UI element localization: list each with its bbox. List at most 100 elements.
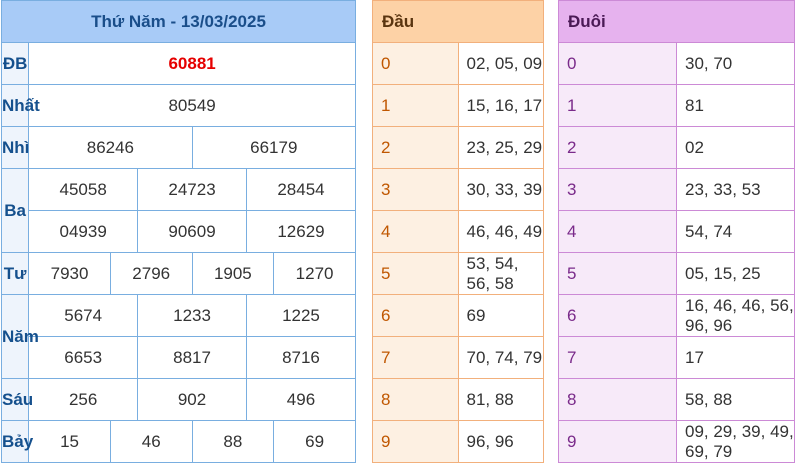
prize-sau-value: 256 xyxy=(28,378,139,421)
results-table: Thứ Năm - 13/03/2025 ĐB 60881 Nhất 80549… xyxy=(0,0,357,463)
prize-nhi-value: 86246 xyxy=(28,126,193,169)
prize-bay-value: 46 xyxy=(109,420,193,463)
dau-key: 2 xyxy=(372,126,459,169)
prize-nhi-value: 66179 xyxy=(191,126,357,169)
prize-label-nhi: Nhì xyxy=(0,126,29,169)
duoi-title: Đuôi xyxy=(558,0,795,43)
prize-row-bay: Bảy 15 46 88 69 xyxy=(0,420,356,463)
prize-label-tu: Tư xyxy=(0,252,30,295)
dau-values: 30, 33, 39 xyxy=(457,168,544,211)
results-title: Thứ Năm - 13/03/2025 xyxy=(1,0,356,43)
dau-row: 6 69 xyxy=(372,294,544,337)
prize-row-nhi: Nhì 86246 66179 xyxy=(0,126,357,169)
prize-tu-value: 7930 xyxy=(28,252,111,295)
duoi-key: 7 xyxy=(558,336,677,379)
dau-row: 1 15, 16, 17 xyxy=(372,84,544,127)
prize-ba-value: 12629 xyxy=(245,210,357,253)
prize-tu-value: 1270 xyxy=(273,252,356,295)
dau-key: 8 xyxy=(372,378,459,421)
prize-nam-value: 5674 xyxy=(28,294,139,337)
dau-table: Đầu 0 02, 05, 09 1 15, 16, 17 2 23, 25, 29 … xyxy=(372,0,544,463)
dau-row: 3 30, 33, 39 xyxy=(372,168,544,211)
duoi-row: 5 05, 15, 25 xyxy=(558,252,795,295)
duoi-key: 9 xyxy=(558,420,677,463)
duoi-values: 23, 33, 53 xyxy=(676,168,795,211)
duoi-row: 7 17 xyxy=(558,336,795,379)
prize-label-nhat: Nhất xyxy=(0,84,40,127)
dau-title: Đầu xyxy=(372,0,544,43)
prize-row-tu: Tư 7930 2796 1905 1270 xyxy=(0,252,356,295)
duoi-row: 3 23, 33, 53 xyxy=(558,168,795,211)
dau-key: 1 xyxy=(372,84,459,127)
duoi-key: 0 xyxy=(558,42,677,85)
dau-values: 02, 05, 09 xyxy=(457,42,544,85)
prize-row-nhat: Nhất 80549 xyxy=(0,84,356,127)
prize-nam-value: 6653 xyxy=(28,336,139,379)
duoi-values: 05, 15, 25 xyxy=(676,252,795,295)
dau-values: 46, 46, 49 xyxy=(457,210,544,253)
prize-row-nam-2: 6653 8817 8716 xyxy=(2,336,357,379)
duoi-row: 2 02 xyxy=(558,126,795,169)
duoi-row: 4 54, 74 xyxy=(558,210,795,253)
prize-row-db: ĐB 60881 xyxy=(0,42,356,85)
prize-label-nam: Năm xyxy=(0,294,39,379)
dau-values: 15, 16, 17 xyxy=(457,84,544,127)
prize-sau-value: 496 xyxy=(245,378,357,421)
duoi-row: 9 09, 29, 39, 49, 69, 79 xyxy=(558,420,795,463)
prize-row-ba-2: 04939 90609 12629 xyxy=(2,210,357,253)
duoi-values: 16, 46, 46, 56, 96, 96 xyxy=(676,294,795,337)
dau-row: 4 46, 46, 49 xyxy=(372,210,544,253)
prize-nam-value: 1225 xyxy=(245,294,357,337)
duoi-key: 5 xyxy=(558,252,677,295)
prize-nam-value: 8817 xyxy=(137,336,247,379)
duoi-values: 30, 70 xyxy=(676,42,795,85)
prize-sau-value: 902 xyxy=(137,378,247,421)
dau-values: 96, 96 xyxy=(457,420,544,463)
prize-ba-value: 04939 xyxy=(28,210,139,253)
prize-ba-value: 24723 xyxy=(137,168,247,211)
prize-row-ba: Ba 45058 24723 28454 xyxy=(0,168,357,253)
dau-values: 70, 74, 79 xyxy=(457,336,544,379)
prize-label-db: ĐB xyxy=(0,42,30,85)
duoi-key: 2 xyxy=(558,126,677,169)
dau-row: 8 81, 88 xyxy=(372,378,544,421)
dau-key: 3 xyxy=(372,168,459,211)
prize-bay-value: 15 xyxy=(28,420,111,463)
duoi-table: Đuôi 0 30, 70 1 81 2 02 3 23, 33, 53 4 54, 74… xyxy=(558,0,795,463)
dau-row: 7 70, 74, 79 xyxy=(372,336,544,379)
dau-values: 23, 25, 29 xyxy=(457,126,544,169)
prize-tu-value: 1905 xyxy=(191,252,275,295)
duoi-key: 4 xyxy=(558,210,677,253)
prize-tu-value: 2796 xyxy=(109,252,193,295)
duoi-values: 58, 88 xyxy=(676,378,795,421)
prize-nam-value: 8716 xyxy=(245,336,357,379)
dau-values: 69 xyxy=(457,294,544,337)
prize-nhat-value: 80549 xyxy=(28,84,356,127)
prize-ba-value: 45058 xyxy=(28,168,139,211)
prize-row-nam: Năm 5674 1233 1225 xyxy=(0,294,357,379)
duoi-row: 8 58, 88 xyxy=(558,378,795,421)
duoi-row: 1 81 xyxy=(558,84,795,127)
prize-label-sau: Sáu xyxy=(0,378,33,421)
prize-bay-value: 88 xyxy=(191,420,275,463)
dau-values: 81, 88 xyxy=(457,378,544,421)
duoi-key: 3 xyxy=(558,168,677,211)
dau-key: 4 xyxy=(372,210,459,253)
dau-row: 0 02, 05, 09 xyxy=(372,42,544,85)
duoi-row: 0 30, 70 xyxy=(558,42,795,85)
duoi-key: 6 xyxy=(558,294,677,337)
prize-label-ba: Ba xyxy=(0,168,30,253)
prize-ba-value: 28454 xyxy=(245,168,357,211)
duoi-values: 81 xyxy=(676,84,795,127)
prize-db-value: 60881 xyxy=(28,42,356,85)
duoi-values: 54, 74 xyxy=(676,210,795,253)
dau-row: 2 23, 25, 29 xyxy=(372,126,544,169)
dau-values: 53, 54, 56, 58 xyxy=(457,252,544,295)
dau-key: 7 xyxy=(372,336,459,379)
duoi-values: 09, 29, 39, 49, 69, 79 xyxy=(676,420,795,463)
dau-row: 9 96, 96 xyxy=(372,420,544,463)
dau-key: 5 xyxy=(372,252,459,295)
prize-row-sau: Sáu 256 902 496 xyxy=(0,378,357,421)
duoi-values: 17 xyxy=(676,336,795,379)
prize-label-bay: Bảy xyxy=(0,420,33,463)
